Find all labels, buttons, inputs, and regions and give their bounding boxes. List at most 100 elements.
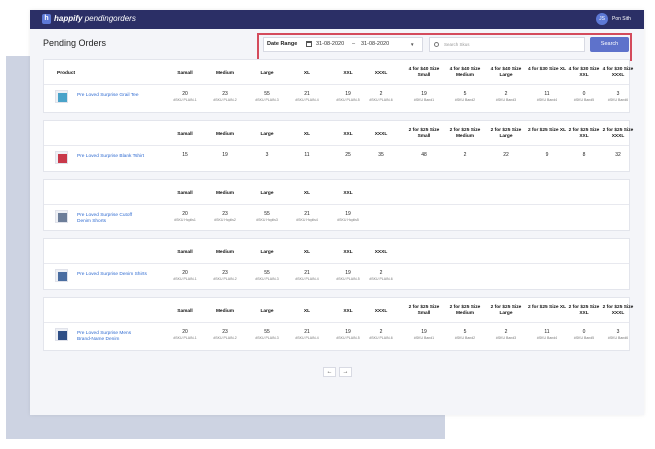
quantity-value: 0 bbox=[582, 91, 586, 97]
prev-page-button[interactable]: ← bbox=[323, 367, 336, 377]
quantity-value: 25 bbox=[345, 152, 351, 158]
column-header: Medium bbox=[215, 250, 235, 255]
quantity-value: 2 bbox=[504, 91, 508, 97]
column-header: 4 for $30 Size XXXL bbox=[602, 67, 634, 78]
quantity-value: 8 bbox=[582, 152, 586, 158]
column-header: Medium bbox=[215, 132, 235, 137]
column-header: Medium bbox=[215, 191, 235, 196]
search-icon bbox=[434, 42, 439, 47]
search-field[interactable] bbox=[429, 37, 585, 52]
date-separator: – bbox=[352, 41, 356, 47]
user-name[interactable]: Pon Sith bbox=[612, 15, 631, 23]
date-range-picker[interactable]: Date Range 31-08-2020 – 31-08-2020 ▼ bbox=[263, 37, 423, 52]
quantity-cell: 21 #SKU PLAIN-4 bbox=[287, 329, 327, 341]
sku-label: #SKU PLAIN-2 bbox=[213, 277, 237, 281]
product-thumbnail[interactable] bbox=[55, 328, 68, 341]
sku-label: #SKU PLAIN-6 bbox=[369, 98, 393, 102]
quantity-value: 9 bbox=[545, 152, 549, 158]
sku-label: #SKU Band2 bbox=[454, 98, 476, 102]
chevron-down-icon[interactable]: ▼ bbox=[410, 41, 414, 48]
quantity-cell: 22 bbox=[486, 152, 526, 158]
sku-label: #SKU PLAIN-6 bbox=[369, 277, 393, 281]
column-header: 4 for $40 Size Small bbox=[408, 67, 440, 78]
quantity-cell: 21 #SKU Hcplis4 bbox=[287, 211, 327, 223]
column-header: 2 for $25 Size Small bbox=[408, 305, 440, 316]
row-divider bbox=[44, 263, 629, 264]
quantity-cell: 21 #SKU PLAIN-4 bbox=[287, 270, 327, 282]
product-thumbnail[interactable] bbox=[55, 90, 68, 103]
product-thumbnail[interactable] bbox=[55, 151, 68, 164]
app-brand: happify pendingorders bbox=[54, 14, 136, 24]
quantity-value: 32 bbox=[615, 152, 621, 158]
product-name-link[interactable]: Pre Loved Surprise Denim Shirts bbox=[77, 272, 177, 278]
column-header: XL bbox=[303, 71, 311, 76]
quantity-value: 23 bbox=[222, 211, 228, 217]
quantity-cell: 11 #SKU Band4 bbox=[527, 329, 567, 341]
sku-label: #SKU PLAIN-1 bbox=[173, 98, 197, 102]
product-image-icon bbox=[58, 331, 67, 340]
next-page-button[interactable]: → bbox=[339, 367, 352, 377]
product-thumbnail[interactable] bbox=[55, 210, 68, 223]
quantity-value: 2 bbox=[379, 329, 383, 335]
column-header: Samall bbox=[177, 71, 193, 76]
sku-label: #SKU Hcplis1 bbox=[174, 218, 196, 222]
quantity-value: 5 bbox=[463, 91, 467, 97]
product-name-link[interactable]: Pre Loved Surprise Mens Brand-Name Denim bbox=[77, 331, 137, 343]
quantity-value: 21 bbox=[304, 329, 310, 335]
column-header: 2 for $25 Size XL bbox=[527, 305, 567, 310]
column-header: Samall bbox=[177, 250, 193, 255]
quantity-value: 15 bbox=[182, 152, 188, 158]
quantity-cell: 2 #SKU PLAIN-6 bbox=[361, 270, 401, 282]
product-name-link[interactable]: Pre Loved Surprise Blank Tshirt bbox=[77, 154, 177, 160]
quantity-value: 3 bbox=[616, 329, 620, 335]
product-name-link[interactable]: Pre Loved Surprise Cutoff Denim Shorts bbox=[77, 213, 137, 225]
quantity-value: 23 bbox=[222, 270, 228, 276]
column-header: 2 for $25 Size XXXL bbox=[602, 305, 634, 316]
quantity-cell: 20 #SKU PLAIN-1 bbox=[165, 329, 205, 341]
quantity-value: 0 bbox=[582, 329, 586, 335]
quantity-cell: 23 #SKU PLAIN-2 bbox=[205, 91, 245, 103]
quantity-value: 19 bbox=[345, 211, 351, 217]
row-divider bbox=[44, 204, 629, 205]
search-button[interactable]: Search bbox=[590, 37, 629, 52]
quantity-cell: 11 #SKU Band4 bbox=[527, 91, 567, 103]
column-header: Medium bbox=[215, 309, 235, 314]
quantity-cell: 55 #SKU PLAIN-3 bbox=[247, 270, 287, 282]
quantity-value: 19 bbox=[345, 91, 351, 97]
quantity-value: 55 bbox=[264, 211, 270, 217]
app-logo-icon[interactable]: h bbox=[42, 14, 51, 24]
top-navbar: h happify pendingorders JS Pon Sith bbox=[30, 10, 644, 29]
sku-label: #SKU PLAIN-2 bbox=[213, 336, 237, 340]
search-input[interactable] bbox=[444, 40, 580, 49]
column-header: Medium bbox=[215, 71, 235, 76]
quantity-value: 35 bbox=[378, 152, 384, 158]
quantity-value: 5 bbox=[463, 329, 467, 335]
date-from-value[interactable]: 31-08-2020 bbox=[316, 41, 344, 48]
avatar[interactable]: JS bbox=[596, 13, 608, 25]
product-thumbnail[interactable] bbox=[55, 269, 68, 282]
date-to-value[interactable]: 31-08-2020 bbox=[361, 41, 389, 48]
quantity-value: 2 bbox=[379, 270, 383, 276]
quantity-cell: 19 #SKU Band1 bbox=[404, 329, 444, 341]
quantity-value: 21 bbox=[304, 91, 310, 97]
quantity-value: 20 bbox=[182, 211, 188, 217]
quantity-cell: 32 bbox=[598, 152, 638, 158]
date-range-label: Date Range bbox=[267, 41, 298, 47]
column-header: 2 for $25 Size Medium bbox=[449, 305, 481, 316]
quantity-cell: 55 #SKU Hcplis3 bbox=[247, 211, 287, 223]
brand-name: happify bbox=[54, 14, 83, 23]
sku-label: #SKU PLAIN-1 bbox=[173, 336, 197, 340]
quantity-cell: 21 #SKU PLAIN-4 bbox=[287, 91, 327, 103]
quantity-cell: 55 #SKU PLAIN-3 bbox=[247, 329, 287, 341]
column-header-product: Product bbox=[57, 71, 76, 76]
quantity-value: 3 bbox=[616, 91, 620, 97]
quantity-value: 21 bbox=[304, 270, 310, 276]
product-name-link[interactable]: Pre Loved Surprise Grail Tee bbox=[77, 93, 177, 99]
column-header: Samall bbox=[177, 132, 193, 137]
sku-label: #SKU PLAIN-1 bbox=[173, 277, 197, 281]
column-header: Large bbox=[260, 132, 274, 137]
quantity-cell: 15 bbox=[165, 152, 205, 158]
sku-label: #SKU Hcplis5 bbox=[337, 218, 359, 222]
quantity-value: 2 bbox=[463, 152, 467, 158]
app-window: h happify pendingorders JS Pon Sith Pend… bbox=[30, 10, 644, 415]
